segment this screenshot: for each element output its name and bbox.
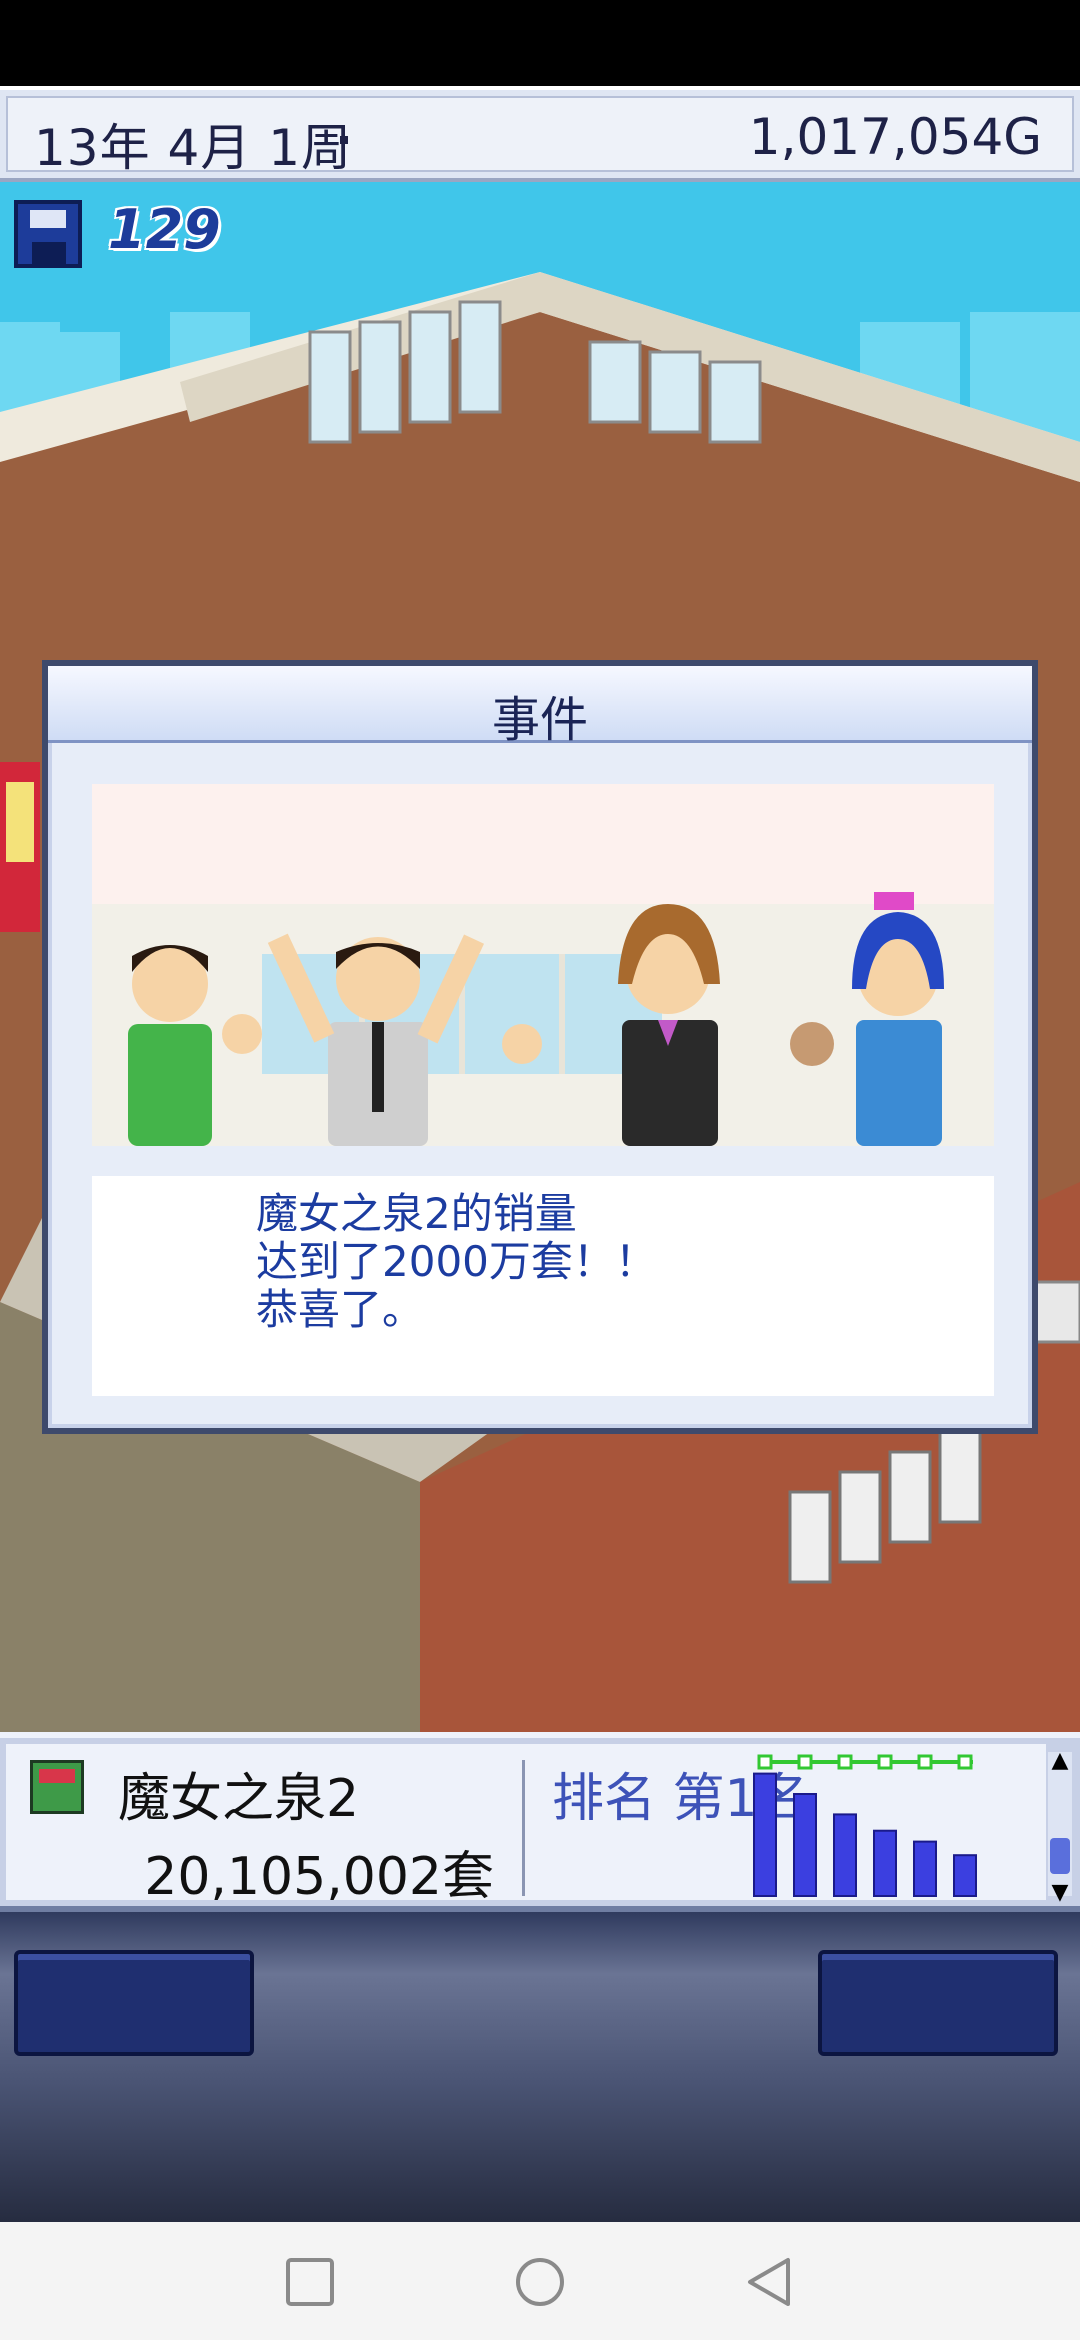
- back-icon[interactable]: [744, 2256, 796, 2308]
- event-dialog[interactable]: 事件 魔女之泉2的销量 达到了2000万套！！ 恭喜了。: [42, 660, 1038, 1434]
- peak-marker: [837, 1754, 853, 1770]
- message-line-3: 恭喜了。: [256, 1285, 425, 1334]
- recent-apps-icon[interactable]: [284, 2256, 336, 2308]
- scrollbar-track[interactable]: [1048, 1752, 1072, 1896]
- sales-bar: [953, 1854, 977, 1897]
- peak-marker: [957, 1754, 973, 1770]
- floppy-disk-icon: [14, 200, 82, 268]
- system-status-bar: [0, 0, 1080, 86]
- peak-marker: [757, 1754, 773, 1770]
- sales-bar: [913, 1840, 937, 1897]
- left-menu-button[interactable]: [14, 1950, 254, 2056]
- date-tick-indicator: [340, 136, 348, 144]
- money-display: 1,017,054G: [748, 108, 1042, 166]
- celebration-illustration: [92, 784, 994, 1146]
- dialog-title: 事件: [491, 692, 588, 748]
- scroll-up-icon[interactable]: ▲: [1050, 1750, 1070, 1772]
- game-date: 13年 4月 1周: [34, 119, 353, 177]
- units-sold: 20,105,002套: [144, 1847, 494, 1907]
- right-menu-button[interactable]: [818, 1950, 1058, 2056]
- scrollbar-thumb[interactable]: [1050, 1838, 1070, 1874]
- panel-divider: [522, 1760, 525, 1896]
- scroll-down-icon[interactable]: ▼: [1050, 1882, 1070, 1904]
- peak-marker: [917, 1754, 933, 1770]
- peak-marker: [797, 1754, 813, 1770]
- game-title: 魔女之泉2: [118, 1769, 360, 1829]
- dialog-header: 事件: [48, 666, 1032, 748]
- sales-bar: [873, 1829, 897, 1897]
- sales-bar: [833, 1813, 857, 1897]
- game-cartridge-icon: [30, 1760, 84, 1814]
- sales-history-chart: [753, 1754, 977, 1898]
- home-icon[interactable]: [514, 2256, 566, 2308]
- sales-bar: [753, 1772, 777, 1898]
- peak-marker: [877, 1754, 893, 1770]
- sales-bar: [793, 1793, 817, 1897]
- event-message: 魔女之泉2的销量 达到了2000万套！！ 恭喜了。: [92, 1176, 994, 1396]
- research-points: 129: [108, 198, 221, 261]
